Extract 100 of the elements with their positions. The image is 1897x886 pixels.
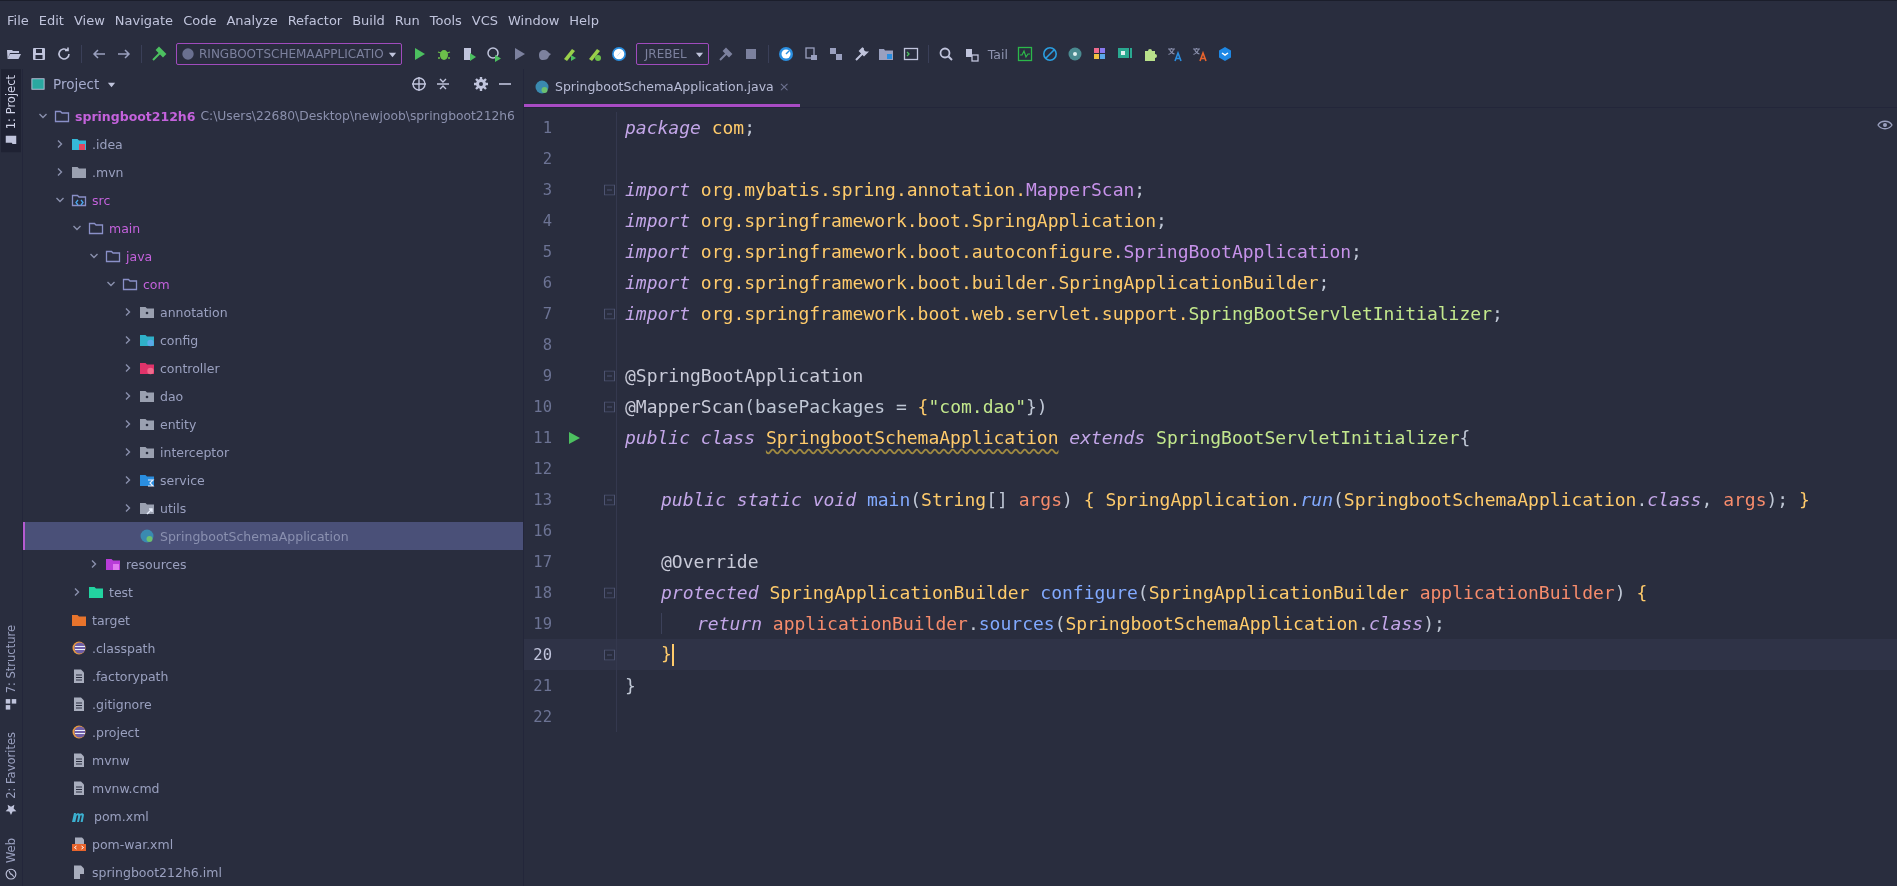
code-line: import org.springframework.boot.web.servlet.support.SpringBootServletInitializer;: [624, 303, 1503, 324]
resources-folder-icon: [105, 556, 121, 572]
tool-window-tab[interactable]: 7: Structure: [1, 618, 21, 717]
tree-item[interactable]: interceptor: [23, 438, 523, 466]
tree-item[interactable]: java: [23, 242, 523, 270]
settings-icon[interactable]: [473, 76, 489, 92]
chevron-icon[interactable]: [123, 363, 133, 373]
tree-item[interactable]: target: [23, 606, 523, 634]
cubes-icon[interactable]: [827, 46, 844, 62]
tree-item[interactable]: utils: [23, 494, 523, 522]
tree-item[interactable]: entity: [23, 410, 523, 438]
chevron-icon[interactable]: [106, 279, 116, 289]
tree-item[interactable]: config: [23, 326, 523, 354]
tree-item[interactable]: .factorypath: [23, 662, 523, 690]
locate-icon[interactable]: [411, 76, 427, 92]
tree-item[interactable]: mvnw: [23, 746, 523, 774]
chevron-icon[interactable]: [72, 223, 82, 233]
build-icon[interactable]: [151, 46, 167, 62]
run-configuration-dropdown[interactable]: RINGBOOTSCHEMAAPPLICATIO: [176, 43, 402, 65]
menu-item[interactable]: Tools: [424, 12, 467, 28]
tree-item[interactable]: service: [23, 466, 523, 494]
terminal-icon[interactable]: [902, 46, 919, 62]
chevron-icon[interactable]: [55, 167, 65, 177]
chevron-icon[interactable]: [123, 391, 133, 401]
run-icon[interactable]: [566, 429, 582, 446]
tree-item[interactable]: .project: [23, 718, 523, 746]
disc-icon[interactable]: [1066, 46, 1083, 62]
package-icon: [139, 304, 155, 320]
tree-item[interactable]: .classpath: [23, 634, 523, 662]
tree-item[interactable]: main: [23, 214, 523, 242]
tool-window-tab[interactable]: Web: [1, 831, 21, 886]
close-button[interactable]: ×: [778, 79, 790, 94]
tree-item[interactable]: .mvn: [23, 158, 523, 186]
menu-item[interactable]: Edit: [33, 12, 69, 28]
profile-icon[interactable]: [485, 46, 502, 62]
chevron-icon[interactable]: [55, 139, 65, 149]
menu-item[interactable]: Code: [178, 12, 222, 28]
item-name: mvnw.cmd: [92, 780, 160, 796]
tree-item[interactable]: controller: [23, 354, 523, 382]
project-structure-icon[interactable]: [877, 46, 894, 62]
menu-item[interactable]: VCS: [466, 12, 504, 28]
hammer-icon[interactable]: [717, 46, 734, 62]
chart-icon[interactable]: [1016, 46, 1033, 62]
tree-item[interactable]: mvnw.cmd: [23, 774, 523, 802]
tail-button[interactable]: Tail: [987, 46, 1008, 62]
tree-item[interactable]: resources: [23, 550, 523, 578]
chevron-icon[interactable]: [89, 559, 99, 569]
translate-icon[interactable]: [1191, 46, 1208, 62]
globe-icon: [5, 868, 17, 880]
class-icon: [534, 78, 550, 95]
collapse-icon[interactable]: [435, 76, 451, 92]
chevron-icon[interactable]: [123, 503, 133, 513]
tool-window-tab[interactable]: 2: Favorites: [1, 726, 21, 822]
package-icon: [139, 332, 155, 348]
line-number: 12: [532, 459, 552, 478]
chevron-icon[interactable]: [123, 447, 133, 457]
save-icon[interactable]: [31, 46, 47, 62]
menu-item[interactable]: Build: [347, 12, 390, 28]
cube-icon[interactable]: [1216, 46, 1233, 62]
line-number: 20: [532, 645, 552, 664]
menu-item[interactable]: View: [68, 12, 110, 28]
block-icon[interactable]: [1041, 46, 1058, 62]
tree-item[interactable]: pom-war.xml: [23, 830, 523, 858]
compass-icon[interactable]: [610, 46, 627, 62]
chevron-icon[interactable]: [123, 307, 133, 317]
tree-item[interactable]: com: [23, 270, 523, 298]
chevron-icon[interactable]: [123, 475, 133, 485]
search-icon[interactable]: [937, 46, 954, 62]
gauge-icon[interactable]: [777, 46, 794, 62]
chevron-icon[interactable]: [55, 195, 65, 205]
tool-window-tab[interactable]: 1: Project: [1, 69, 21, 153]
tree-item[interactable]: pom.xml: [23, 802, 523, 830]
menu-item[interactable]: Window: [503, 12, 565, 28]
chevron-icon[interactable]: [72, 587, 82, 597]
editor-tab[interactable]: SpringbootSchemaApplication.java ×: [524, 69, 800, 107]
menu-item[interactable]: Help: [564, 12, 604, 28]
chevron-icon[interactable]: [89, 251, 99, 261]
panel-title[interactable]: Project: [53, 76, 100, 92]
tree-item[interactable]: .gitignore: [23, 690, 523, 718]
tree-item[interactable]: .idea: [23, 130, 523, 158]
jrebel-dropdown[interactable]: JREBEL: [635, 43, 709, 65]
menu-item[interactable]: Navigate: [109, 12, 179, 28]
tree-item[interactable]: src: [23, 186, 523, 214]
chevron-icon[interactable]: [38, 111, 48, 121]
tree-item[interactable]: dao: [23, 382, 523, 410]
menu-item[interactable]: Run: [389, 12, 425, 28]
menu-item[interactable]: Refactor: [282, 12, 348, 28]
translate-icon[interactable]: [1166, 46, 1183, 62]
tree-item[interactable]: annotation: [23, 298, 523, 326]
refresh-icon[interactable]: [56, 46, 72, 62]
tree-item[interactable]: springboot212h6.iml: [23, 858, 523, 886]
palette-icon[interactable]: [1091, 46, 1108, 62]
device-icon[interactable]: [802, 46, 819, 62]
tree-item[interactable]: test: [23, 578, 523, 606]
chevron-icon[interactable]: [123, 419, 133, 429]
tree-item[interactable]: springboot212h6 C:\Users\22680\Desktop\newjoob\springboot212h6: [23, 102, 523, 130]
menu-item[interactable]: File: [2, 12, 34, 28]
item-name: SpringbootSchemaApplication: [160, 528, 349, 544]
menu-item[interactable]: Analyze: [221, 12, 283, 28]
chevron-icon[interactable]: [123, 335, 133, 345]
